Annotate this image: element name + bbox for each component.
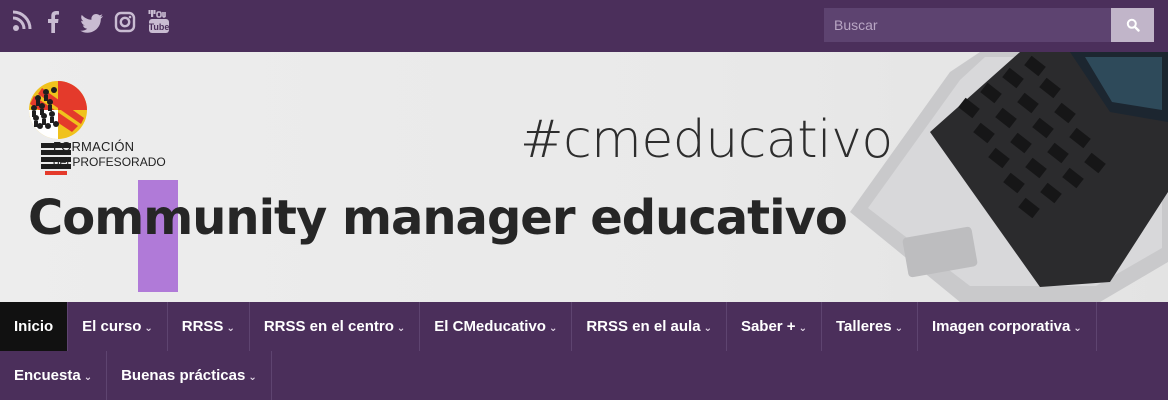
nav-item-label: El curso <box>82 318 142 335</box>
chevron-down-icon: ⌄ <box>83 371 93 383</box>
main-nav: Inicio El curso ⌄ RRSS ⌄ RRSS en el centro ⌄ El… <box>0 302 1168 400</box>
nav-item-imagen-corporativa[interactable]: Imagen corporativa ⌄ <box>918 302 1097 351</box>
nav-item-encuesta[interactable]: Encuesta ⌄ <box>0 351 108 400</box>
nav-item-label: Encuesta <box>14 367 81 384</box>
chevron-down-icon: ⌄ <box>703 322 712 334</box>
nav-item-rrss-en-el-aula[interactable]: RRSS en el aula ⌄ <box>572 302 727 351</box>
nav-item-inicio[interactable]: Inicio <box>0 302 69 351</box>
logo-text-profesorado: del PROFESORADO <box>53 155 166 169</box>
nav-row-2: Encuesta ⌄ Buenas prácticas ⌄ <box>0 351 272 400</box>
nav-item-label: Buenas prácticas <box>121 367 246 384</box>
nav-item-el-curso[interactable]: El curso ⌄ <box>68 302 168 351</box>
chevron-down-icon: ⌄ <box>548 322 558 334</box>
search-icon <box>1126 18 1140 32</box>
svg-text:Tube: Tube <box>149 22 170 32</box>
chevron-down-icon: ⌄ <box>226 322 235 334</box>
nav-row-1: Inicio El curso ⌄ RRSS ⌄ RRSS en el centro ⌄ El… <box>0 302 1097 351</box>
nav-item-talleres[interactable]: Talleres ⌄ <box>822 302 918 351</box>
hero-title: Community manager educativo <box>28 190 848 246</box>
nav-item-label: Imagen corporativa <box>931 318 1071 335</box>
twitter-icon[interactable] <box>80 9 103 35</box>
youtube-icon[interactable]: Tube <box>148 9 169 35</box>
chevron-down-icon: ⌄ <box>248 371 257 383</box>
social-links: Tube <box>12 9 169 35</box>
chevron-down-icon: ⌄ <box>144 322 153 334</box>
chevron-down-icon: ⌄ <box>894 322 903 334</box>
nav-item-label: RRSS en el centro <box>263 318 394 335</box>
chevron-down-icon: ⌄ <box>396 322 406 334</box>
search-button[interactable] <box>1111 8 1154 42</box>
logo-text-formacion: FORMACIÓN <box>53 139 135 154</box>
nav-item-label: RRSS en el aula <box>586 318 701 335</box>
facebook-icon[interactable] <box>46 9 67 35</box>
nav-item-rrss-en-el-centro[interactable]: RRSS en el centro ⌄ <box>250 302 421 351</box>
top-bar: Tube <box>0 0 1168 52</box>
nav-item-buenas-practicas[interactable]: Buenas prácticas ⌄ <box>107 351 272 400</box>
nav-item-label: RRSS <box>181 318 224 335</box>
instagram-icon[interactable] <box>114 9 136 35</box>
nav-item-saber[interactable]: Saber + ⌄ <box>727 302 822 351</box>
laptop-image <box>850 52 1168 302</box>
chevron-down-icon: ⌄ <box>798 322 807 334</box>
nav-item-rrss[interactable]: RRSS ⌄ <box>168 302 250 351</box>
nav-item-label: Talleres <box>835 318 892 335</box>
nav-item-label: Saber + <box>740 318 796 335</box>
nav-item-label: Inicio <box>14 318 54 335</box>
chevron-down-icon: ⌄ <box>1073 322 1082 334</box>
hero-banner: FORMACIÓN del PROFESORADO #cmeducativo C… <box>0 52 1168 302</box>
search-input[interactable] <box>824 8 1111 42</box>
nav-item-el-cmeducativo[interactable]: El CMeducativo ⌄ <box>420 302 573 351</box>
rss-icon[interactable] <box>12 9 33 35</box>
nav-item-label: El CMeducativo <box>434 318 546 335</box>
